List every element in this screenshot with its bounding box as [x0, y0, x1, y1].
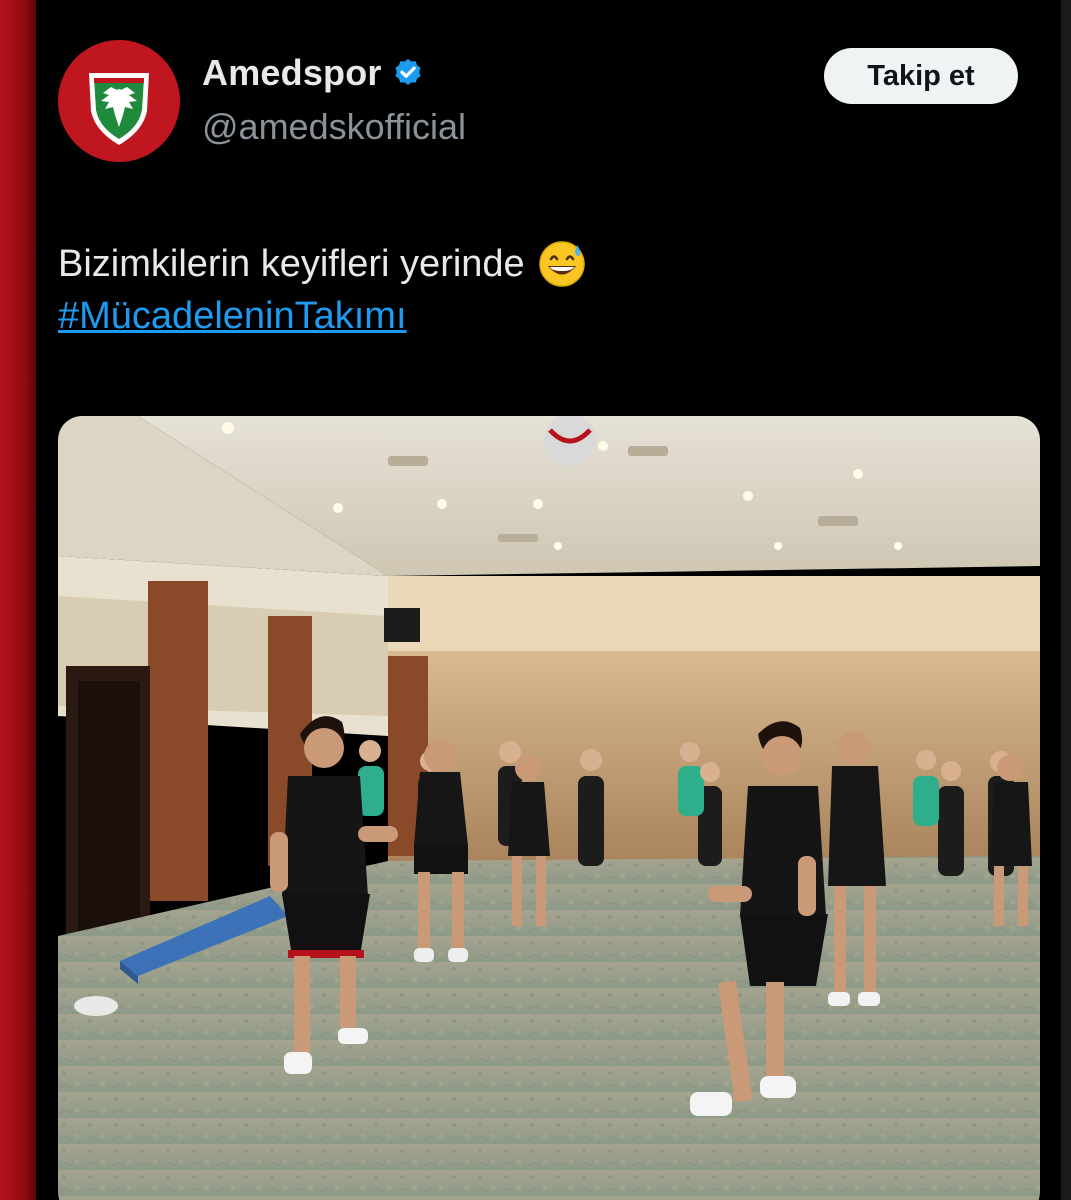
account-handle[interactable]: @amedskofficial — [202, 106, 466, 148]
account-display-name[interactable]: Amedspor — [202, 52, 382, 94]
account-name-row: Amedspor — [202, 52, 424, 94]
tweet-card: Amedspor @amedskofficial Takip et Bizimk… — [36, 0, 1061, 1200]
tweet-video-media[interactable] — [58, 416, 1040, 1200]
tweet-text: Bizimkilerin keyifleri yerinde #Mücadele… — [58, 238, 1018, 342]
tweet-text-body: Bizimkilerin keyifleri yerinde — [58, 243, 525, 285]
account-avatar[interactable] — [58, 40, 180, 162]
screenshot-frame: Amedspor @amedskofficial Takip et Bizimk… — [0, 0, 1071, 1200]
amedspor-crest-icon — [67, 49, 171, 153]
hashtag-link[interactable]: #MücadeleninTakımı — [58, 290, 407, 342]
right-edge-strip — [1061, 0, 1071, 1200]
left-red-strip — [0, 0, 36, 1200]
follow-button[interactable]: Takip et — [824, 48, 1018, 104]
verified-badge-icon — [392, 57, 424, 89]
grinning-face-with-sweat-icon — [537, 239, 587, 289]
media-scene — [58, 416, 1040, 1200]
